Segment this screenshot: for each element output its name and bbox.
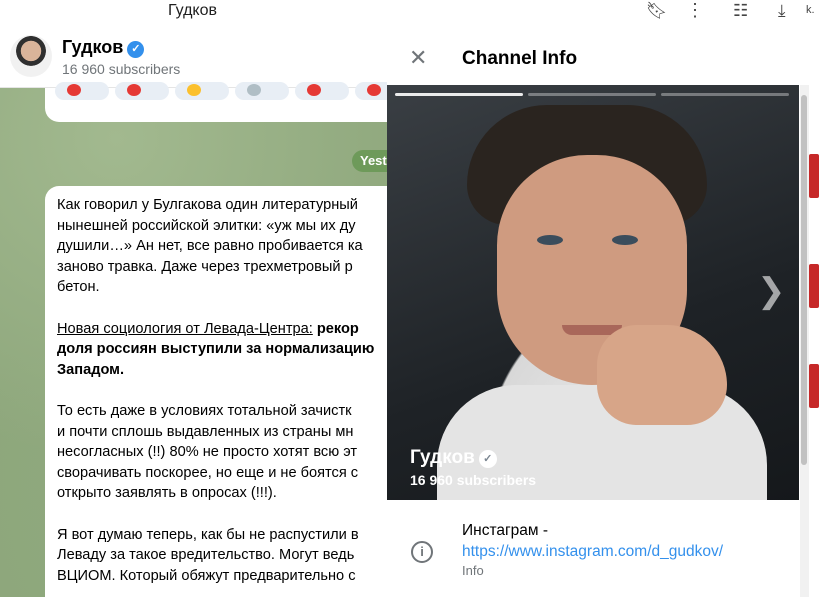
text-line: бетон. [57, 279, 100, 296]
chat-area[interactable]: Гудков ✓ 16 960 subscribers Yest Как гово… [0, 24, 387, 597]
download-icon[interactable]: ⤓ [778, 1, 786, 21]
tab-title[interactable]: Гудков [168, 2, 217, 20]
channel-name-text: Гудков [62, 37, 124, 57]
text-line: открыто заявлять в опросах (!!!). [57, 485, 277, 502]
bold-text: доля россиян выступили за нормализацию [57, 341, 375, 358]
reaction-emoji-icon [307, 84, 321, 96]
photo-name-text: Гудков [410, 447, 475, 468]
photo-progress-bar[interactable] [528, 93, 656, 96]
bold-text: рекор [312, 320, 359, 337]
video-thumbnail[interactable] [809, 154, 819, 198]
previous-message-bubble [45, 82, 387, 122]
reaction-emoji-icon [367, 84, 381, 96]
reaction-emoji-icon [187, 84, 201, 96]
reaction-emoji-icon [247, 84, 261, 96]
photo-eye [537, 235, 563, 245]
text-line: ВЦИОМ. Который обяжут предварительно с [57, 567, 356, 584]
reaction-chip[interactable] [235, 82, 289, 100]
date-separator[interactable]: Yest [352, 150, 387, 172]
info-description[interactable]: Инстаграм - https://www.instagram.com/d_… [462, 520, 792, 562]
instagram-link[interactable]: https://www.instagram.com/d_gudkov/ [462, 543, 723, 560]
video-thumbnail[interactable] [809, 264, 819, 308]
levada-link[interactable]: Новая социология от Левада-Центра: [57, 321, 313, 337]
text-line: заново травка. Даже через трехметровый р [57, 258, 353, 275]
message-text: Как говорил у Булгакова один литературны… [57, 195, 387, 586]
bookmark-icon[interactable]: 🔖︎ [646, 1, 668, 21]
verified-icon: ✓ [478, 450, 497, 468]
reaction-chip[interactable] [55, 82, 109, 100]
chevron-right-icon[interactable]: ❯ [757, 271, 786, 311]
scrollbar[interactable] [800, 85, 809, 597]
info-icon: i [411, 541, 433, 563]
text-line: То есть даже в условиях тотальной зачист… [57, 402, 352, 419]
text-line: и почти сплошь выдавленных из страны мн [57, 423, 354, 440]
channel-info-panel: ✕ Channel Info ❯ Гудков ✓ 16 960 subscrib… [387, 31, 809, 597]
photo-channel-name: Гудков ✓ [410, 447, 497, 469]
paragraph-3: То есть даже в условиях тотальной зачист… [57, 401, 387, 504]
text-line: нынешней российской элитки: «уж мы их ду [57, 217, 356, 234]
info-label: Info [462, 563, 484, 578]
text-line: сворачивать поскорее, но еще и не боятся… [57, 464, 359, 481]
text-line: Как говорил у Булгакова один литературны… [57, 197, 358, 213]
bold-text: Западом. [57, 361, 125, 378]
reaction-chip[interactable] [115, 82, 169, 100]
scrollbar-thumb[interactable] [801, 95, 807, 465]
text-line: Я вот думаю теперь, как бы не распустили… [57, 526, 359, 543]
reaction-chip[interactable] [355, 82, 387, 100]
photo-progress-bar[interactable] [661, 93, 789, 96]
chat-header[interactable]: Гудков ✓ 16 960 subscribers [0, 24, 387, 88]
paragraph-4: Я вот думаю теперь, как бы не распустили… [57, 525, 387, 587]
browser-toolbar: Гудков 🔖︎ ⋮ ☷ ⤓ k. [0, 0, 819, 24]
reaction-emoji-icon [127, 84, 141, 96]
verified-icon: ✓ [127, 41, 145, 58]
message-bubble[interactable]: Как говорил у Булгакова один литературны… [45, 186, 387, 597]
paragraph-1: Как говорил у Булгакова один литературны… [57, 195, 387, 298]
extensions-icon[interactable]: ☷ [733, 1, 748, 21]
text-line: душили…» Ан нет, все равно пробивается к… [57, 238, 363, 255]
photo-eye [612, 235, 638, 245]
panel-title: Channel Info [462, 48, 578, 69]
photo-hand [597, 325, 727, 425]
background-page-strip [809, 24, 819, 597]
more-vert-icon[interactable]: ⋮ [686, 0, 704, 20]
video-thumbnail[interactable] [809, 364, 819, 408]
info-prefix: Инстаграм - [462, 522, 549, 539]
reaction-chip[interactable] [295, 82, 349, 100]
paragraph-2: Новая социология от Левада-Центра: рекор… [57, 319, 387, 381]
text-line: Леваду за такое вредительство. Могут вед… [57, 547, 355, 564]
avatar[interactable] [10, 35, 52, 77]
photo-subscriber-count: 16 960 subscribers [410, 472, 537, 488]
reaction-chip[interactable] [175, 82, 229, 100]
profile-photo[interactable]: ❯ Гудков ✓ 16 960 subscribers [387, 85, 799, 500]
close-icon[interactable]: ✕ [409, 46, 427, 70]
subscriber-count: 16 960 subscribers [62, 61, 181, 77]
photo-progress-bar[interactable] [395, 93, 523, 96]
partial-text: k. [806, 4, 815, 16]
reaction-emoji-icon [67, 84, 81, 96]
channel-name[interactable]: Гудков ✓ [62, 37, 145, 58]
text-line: несогласных (!!) 80% не просто хотят всю… [57, 444, 358, 461]
